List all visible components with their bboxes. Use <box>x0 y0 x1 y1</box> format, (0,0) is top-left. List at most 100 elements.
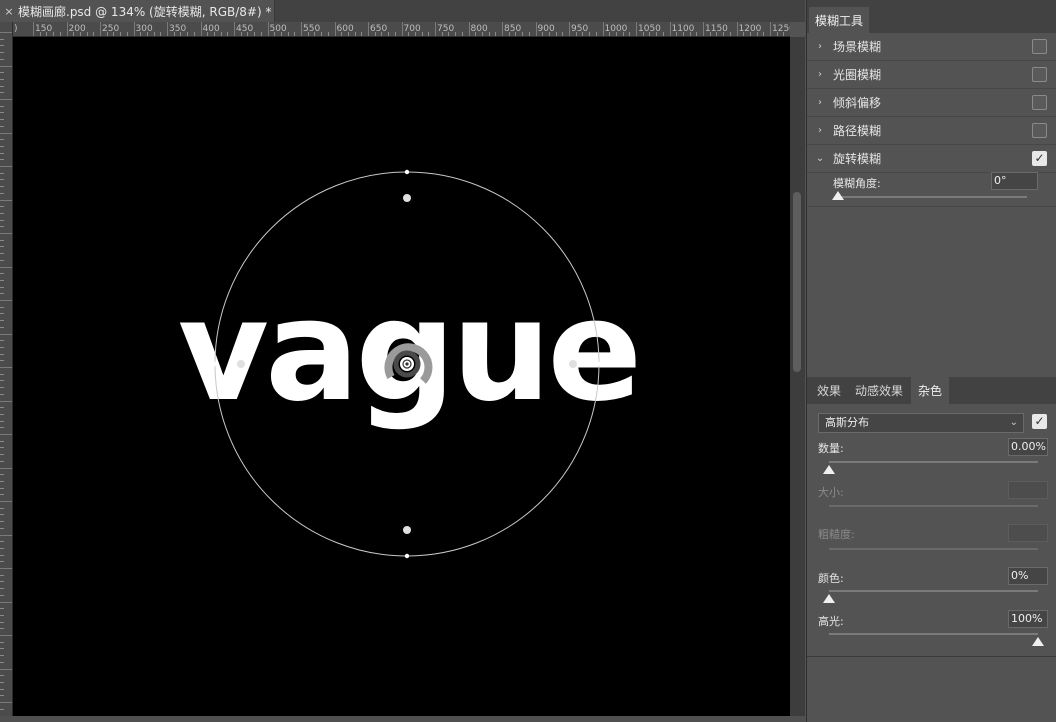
ruler-tick <box>0 259 4 261</box>
ellipse-handle-bottom[interactable] <box>404 553 410 559</box>
chevron-down-icon[interactable]: ⌄ <box>807 153 833 164</box>
ruler-minor-tick <box>495 32 497 36</box>
ruler-tick <box>0 273 4 275</box>
ruler-tick <box>0 708 4 710</box>
ruler-minor-tick <box>294 32 296 36</box>
ruler-minor-tick <box>86 32 88 36</box>
ruler-tick <box>0 192 4 194</box>
highlights-field[interactable]: 100% <box>1008 610 1048 628</box>
canvas[interactable]: vague <box>13 37 790 716</box>
ruler-minor-tick <box>347 32 349 36</box>
vertical-ruler[interactable] <box>0 22 13 716</box>
ruler-minor-tick <box>381 32 383 36</box>
ruler-tick <box>0 447 4 449</box>
chevron-right-icon[interactable]: › <box>807 41 833 52</box>
ruler-minor-tick <box>321 32 323 36</box>
distribution-select[interactable]: 高斯分布 ⌄ <box>818 413 1024 433</box>
ellipse-handle-right[interactable] <box>596 361 602 367</box>
ruler-minor-tick <box>595 32 597 36</box>
color-slider-thumb[interactable] <box>823 594 835 603</box>
ruler-label: 550 <box>303 24 321 34</box>
blur-tools-tab[interactable]: 模糊工具 <box>809 7 869 33</box>
ruler-tick <box>0 246 4 248</box>
amount-slider-track[interactable] <box>829 461 1038 463</box>
status-bar <box>0 716 805 722</box>
ruler-tick <box>0 460 4 462</box>
ruler-tick <box>0 286 4 288</box>
ruler-major-tick <box>368 22 369 36</box>
ruler-tick <box>0 648 4 650</box>
blur-tool-row[interactable]: › 光圈模糊 <box>807 61 1056 89</box>
ruler-tick <box>0 32 12 33</box>
color-field[interactable]: 0% <box>1008 567 1048 585</box>
monochromatic-checkbox[interactable]: ✓ <box>1032 414 1047 429</box>
ellipse-handle-top[interactable] <box>404 169 410 175</box>
ruler-tick <box>0 514 4 516</box>
feather-handle-top[interactable] <box>403 194 411 202</box>
ruler-tick <box>0 695 4 697</box>
tab-effects[interactable]: 效果 <box>811 377 847 404</box>
ruler-minor-tick <box>73 32 75 36</box>
ruler-minor-tick <box>441 32 443 36</box>
highlights-slider-thumb[interactable] <box>1032 637 1044 646</box>
ruler-tick <box>0 85 4 87</box>
ruler-minor-tick <box>79 32 81 36</box>
blur-tool-row[interactable]: › 场景模糊 <box>807 33 1056 61</box>
blur-angle-slider-track[interactable] <box>838 196 1027 198</box>
blur-tool-checkbox[interactable] <box>1032 95 1047 110</box>
ruler-minor-tick <box>374 32 376 36</box>
ruler-tick <box>0 179 4 181</box>
amount-slider-thumb[interactable] <box>823 465 835 474</box>
ruler-label: 600 <box>336 24 354 34</box>
blur-tool-checkbox[interactable] <box>1032 67 1047 82</box>
close-tab-icon[interactable]: × <box>0 5 18 18</box>
tab-noise[interactable]: 杂色 <box>911 377 949 404</box>
size-slider-track[interactable] <box>829 505 1038 507</box>
ruler-minor-tick <box>53 32 55 36</box>
ruler-minor-tick <box>763 32 765 36</box>
ruler-tick <box>0 226 4 228</box>
highlights-slider-track[interactable] <box>829 633 1038 635</box>
amount-field[interactable]: 0.00% <box>1008 438 1048 456</box>
blur-tool-row[interactable]: › 路径模糊 <box>807 117 1056 145</box>
ruler-label: 150 <box>35 24 53 34</box>
chevron-right-icon[interactable]: › <box>807 97 833 108</box>
ruler-tick <box>0 554 4 556</box>
vertical-scrollbar[interactable] <box>790 37 805 716</box>
chevron-right-icon[interactable]: › <box>807 125 833 136</box>
color-slider-track[interactable] <box>829 590 1038 592</box>
blur-angle-field[interactable]: 0° <box>991 172 1038 190</box>
blur-tool-checkbox[interactable] <box>1032 39 1047 54</box>
ruler-tick <box>0 38 4 40</box>
ruler-minor-tick <box>106 32 108 36</box>
panel-empty-area <box>807 656 1056 722</box>
blur-angle-label: 模糊角度: <box>833 177 881 190</box>
chevron-right-icon[interactable]: › <box>807 69 833 80</box>
ruler-tick <box>0 568 12 569</box>
roughness-field[interactable] <box>1008 524 1048 542</box>
distribution-value: 高斯分布 <box>825 416 869 429</box>
horizontal-ruler[interactable]: ) 150 200 250 300 350 400 450 500 550 600 650 700 75… <box>13 22 790 37</box>
feather-handle-left[interactable] <box>237 360 245 368</box>
roughness-slider-track[interactable] <box>829 548 1038 550</box>
blur-tool-label: 场景模糊 <box>833 40 882 54</box>
blur-tool-checkbox[interactable]: ✓ <box>1032 151 1047 166</box>
ruler-major-tick <box>535 22 537 36</box>
document-tab[interactable]: × 模糊画廊.psd @ 134% (旋转模糊, RGB/8#) * <box>0 0 275 22</box>
ruler-tick <box>0 588 4 590</box>
ruler-label: 1250 <box>772 24 790 34</box>
size-field[interactable] <box>1008 481 1048 499</box>
ruler-tick <box>0 139 4 141</box>
blur-angle-slider-thumb[interactable] <box>832 191 844 200</box>
ruler-label: 950 <box>571 24 589 34</box>
blur-tool-checkbox[interactable] <box>1032 123 1047 138</box>
tab-motion-effects[interactable]: 动感效果 <box>849 377 909 404</box>
scrollbar-thumb[interactable] <box>793 192 801 372</box>
feather-handle-right[interactable] <box>569 360 577 368</box>
blur-tool-row[interactable]: › 倾斜偏移 <box>807 89 1056 117</box>
ellipse-handle-left[interactable] <box>212 361 218 367</box>
blur-tool-row[interactable]: ⌄ 旋转模糊 ✓ <box>807 145 1056 173</box>
feather-handle-bottom[interactable] <box>403 526 411 534</box>
noise-panel: 高斯分布 ⌄ ✓ 数量: 0.00% 大小: 粗糙度: 颜色: 0% 高光: 1… <box>807 404 1056 656</box>
ruler-tick <box>0 72 4 74</box>
